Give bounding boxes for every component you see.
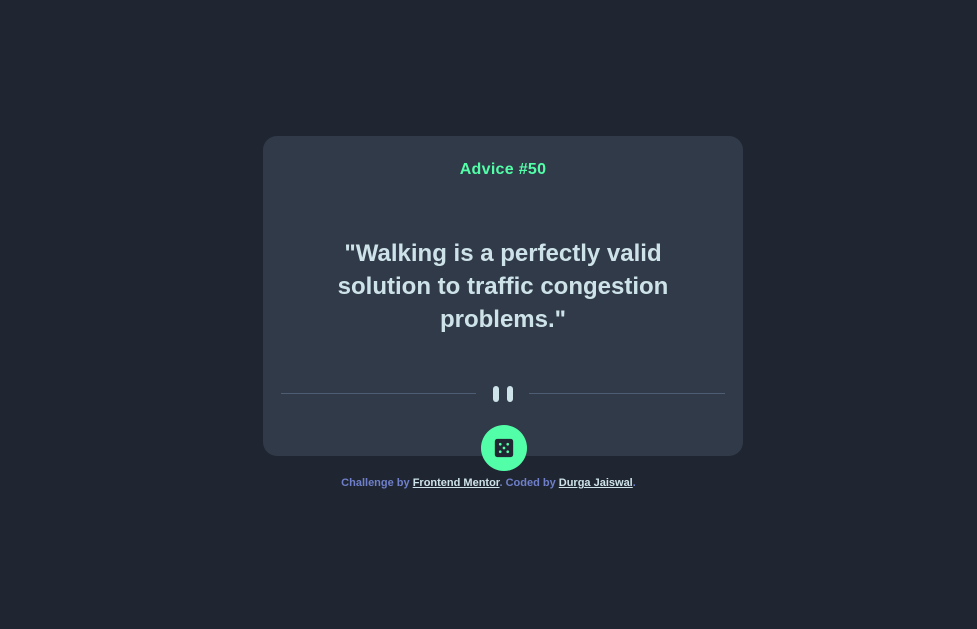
attribution-suffix: .: [632, 477, 636, 489]
advice-quote: "Walking is a perfectly valid solution t…: [337, 240, 669, 333]
advice-card: Advice #50 "Walking is a perfectly valid…: [263, 136, 743, 456]
pattern-divider: [281, 385, 725, 403]
advice-number: Advice #50: [459, 161, 547, 178]
frontend-mentor-link[interactable]: Frontend Mentor: [413, 477, 500, 489]
author-link[interactable]: Durga Jaiswal: [559, 477, 633, 489]
attribution: Challenge by Frontend Mentor. Coded by D…: [0, 477, 977, 489]
pause-icon: [493, 386, 513, 402]
dice-icon: [494, 438, 514, 458]
page: Advice #50 "Walking is a perfectly valid…: [0, 0, 977, 629]
attribution-prefix: Challenge by: [341, 477, 413, 489]
generate-advice-button[interactable]: [481, 425, 527, 471]
divider-line-right: [529, 393, 725, 394]
divider-line-left: [281, 393, 476, 394]
attribution-middle: . Coded by: [499, 477, 559, 489]
